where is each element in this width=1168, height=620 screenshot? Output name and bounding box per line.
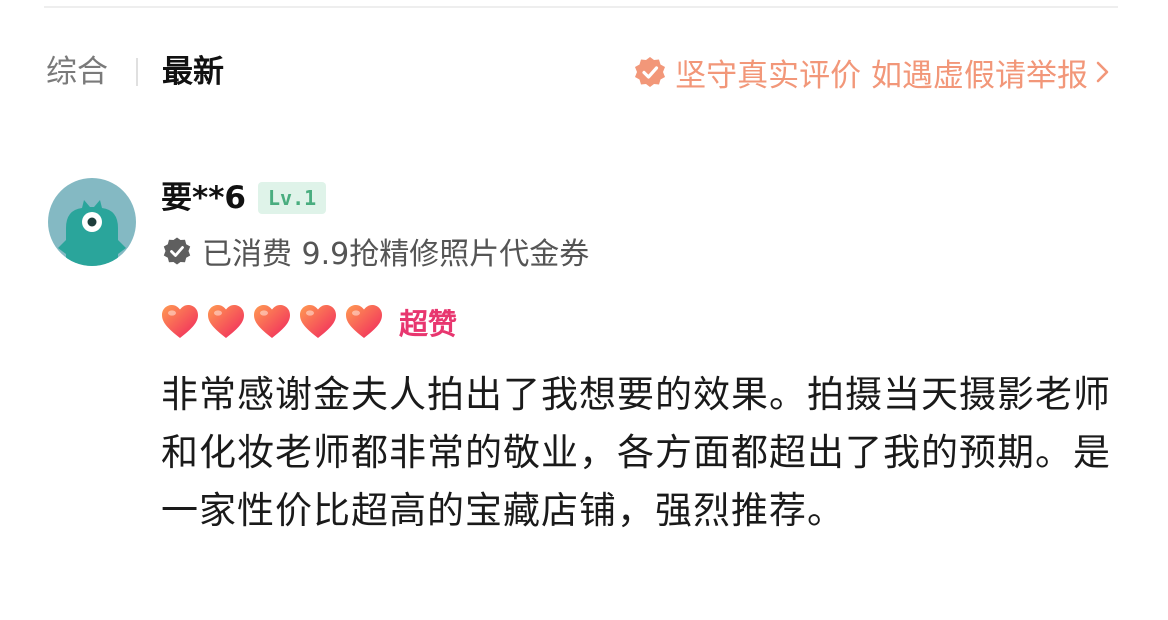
heart-icon — [161, 304, 199, 340]
heart-icon — [299, 304, 337, 340]
rating: 超赞 — [161, 300, 457, 344]
review-text: 非常感谢金夫人拍出了我想要的效果。拍摄当天摄影老师和化妆老师都非常的敬业，各方面… — [161, 373, 1111, 532]
tab-all[interactable]: 综合 — [46, 50, 108, 94]
user-level-badge: Lv.1 — [258, 182, 327, 214]
top-divider — [44, 6, 1118, 8]
tab-latest[interactable]: 最新 — [162, 50, 224, 94]
sort-tabs: 综合 最新 — [46, 50, 224, 94]
tab-divider — [136, 58, 138, 86]
report-notice-link[interactable]: 坚守真实评价 如遇虚假请举报 — [633, 50, 1112, 94]
consumed-text: 已消费 9.9抢精修照片代金券 — [202, 237, 590, 272]
heart-icon — [253, 304, 291, 340]
monster-avatar-icon — [48, 178, 136, 266]
user-info: 要**6 Lv.1 — [161, 178, 327, 218]
chevron-right-icon — [1094, 58, 1112, 86]
heart-icon — [207, 304, 245, 340]
verified-badge-icon — [162, 236, 192, 266]
username[interactable]: 要**6 — [161, 178, 246, 218]
heart-icon — [345, 304, 383, 340]
report-notice-text: 坚守真实评价 如遇虚假请举报 — [675, 57, 1088, 94]
consumed-info: 已消费 9.9抢精修照片代金券 — [162, 230, 589, 272]
rating-label: 超赞 — [399, 307, 458, 341]
user-avatar[interactable] — [48, 178, 136, 266]
shield-check-icon — [633, 55, 667, 89]
